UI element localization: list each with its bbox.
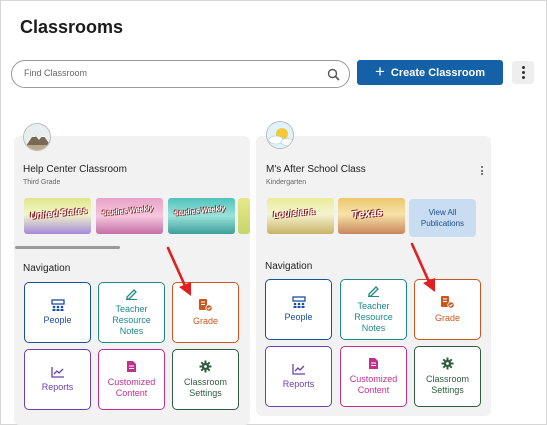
plus-icon: +: [374, 62, 385, 81]
classroom-grade: Kindergarten: [266, 179, 307, 186]
tile-label: Teacher Resource Notes: [354, 301, 393, 333]
publication-thumbnail[interactable]: Studies Weekly: [96, 198, 163, 234]
classroom-grade: Third Grade: [23, 179, 61, 186]
grade-doc-check-icon: [199, 299, 213, 312]
snow-mountain-avatar-icon: [23, 123, 51, 151]
search-icon[interactable]: [327, 68, 340, 81]
classroom-settings-tile[interactable]: Classroom Settings: [172, 349, 239, 410]
card-more-options-icon[interactable]: [481, 166, 483, 175]
red-arrow-annotation-icon: [166, 246, 191, 296]
kebab-dot-icon: [521, 66, 525, 69]
gear-icon: [441, 357, 454, 370]
reports-tile[interactable]: Reports: [24, 349, 91, 410]
page-title: Classrooms: [20, 17, 124, 37]
horizontal-scrollbar[interactable]: [15, 246, 120, 249]
people-icon: [291, 296, 306, 308]
publication-thumbnail[interactable]: United States: [24, 198, 91, 234]
create-classroom-button[interactable]: + Create Classroom: [357, 60, 503, 85]
grade-doc-check-icon: [441, 296, 455, 309]
classroom-name[interactable]: M's After School Class: [266, 164, 366, 175]
sun-clouds-avatar-icon: [266, 121, 294, 149]
publication-thumbnail[interactable]: Louisiana: [267, 198, 334, 234]
tile-label: Reports: [41, 382, 74, 392]
view-all-publications-button[interactable]: View All Publications: [409, 199, 476, 237]
classroom-settings-tile[interactable]: Classroom Settings: [414, 346, 481, 407]
document-icon: [127, 361, 136, 372]
tile-label: Grade: [434, 313, 460, 323]
publication-thumbnail[interactable]: Studies Weekly: [168, 198, 235, 234]
tile-label: Grade: [192, 316, 218, 326]
line-chart-icon: [50, 367, 64, 378]
teacher-resource-notes-tile[interactable]: Teacher Resource Notes: [98, 282, 165, 343]
people-icon: [50, 299, 65, 311]
tile-label: Classroom Settings: [425, 374, 469, 395]
pencil-note-icon: [126, 289, 137, 300]
publication-thumbnail[interactable]: [238, 198, 250, 234]
tile-label: People: [43, 315, 72, 325]
people-tile[interactable]: People: [265, 279, 332, 340]
gear-icon: [199, 360, 212, 373]
document-icon: [369, 358, 378, 369]
red-arrow-annotation-icon: [410, 242, 435, 292]
navigation-heading: Navigation: [265, 261, 313, 272]
publication-thumbnail[interactable]: Texas: [338, 198, 405, 234]
tile-label: Teacher Resource Notes: [112, 304, 151, 336]
reports-tile[interactable]: Reports: [265, 346, 332, 407]
teacher-resource-notes-tile[interactable]: Teacher Resource Notes: [340, 279, 407, 340]
people-tile[interactable]: People: [24, 282, 91, 343]
tile-label: People: [284, 312, 313, 322]
navigation-heading: Navigation: [23, 263, 71, 274]
search-input[interactable]: Find Classroom: [24, 68, 87, 78]
tile-label: Classroom Settings: [183, 377, 227, 398]
more-options-button[interactable]: [512, 61, 534, 84]
search-field[interactable]: Find Classroom: [11, 60, 350, 88]
classroom-name[interactable]: Help Center Classroom: [23, 164, 127, 175]
pencil-note-icon: [368, 286, 379, 297]
tile-label: Customized Content: [107, 377, 156, 398]
tile-label: Customized Content: [349, 374, 398, 395]
customized-content-tile[interactable]: Customized Content: [98, 349, 165, 410]
customized-content-tile[interactable]: Customized Content: [340, 346, 407, 407]
create-classroom-label: Create Classroom: [390, 66, 486, 79]
tile-label: Reports: [282, 379, 315, 389]
line-chart-icon: [291, 364, 305, 375]
